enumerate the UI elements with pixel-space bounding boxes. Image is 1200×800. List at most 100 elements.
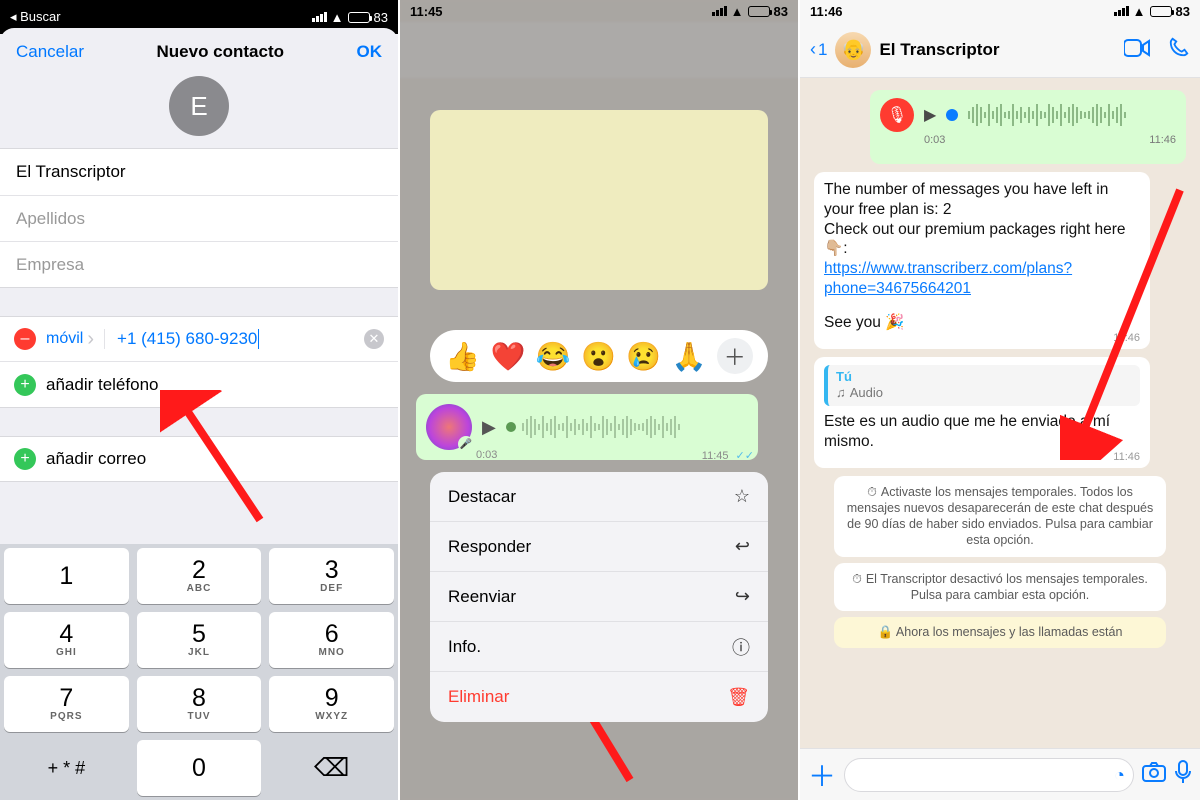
- plus-icon: +: [14, 374, 36, 396]
- encryption-banner: [430, 110, 768, 290]
- phone-number-input[interactable]: +1 (415) 680-9230: [104, 329, 364, 350]
- avatar[interactable]: E: [169, 76, 229, 136]
- key-2[interactable]: 2ABC: [137, 548, 262, 604]
- menu-star[interactable]: Destacar☆: [430, 472, 768, 522]
- mic-icon[interactable]: [1174, 760, 1192, 790]
- emoji-sad[interactable]: 😢: [626, 340, 661, 373]
- ok-button[interactable]: OK: [356, 42, 382, 62]
- attach-button[interactable]: ＋: [808, 755, 836, 795]
- message-time: 11:46: [1113, 331, 1140, 345]
- wifi-icon: ▲: [1133, 4, 1146, 19]
- key-9[interactable]: 9WXYZ: [269, 676, 394, 732]
- menu-delete[interactable]: Eliminar🗑: [430, 672, 768, 722]
- message-input[interactable]: ◔: [844, 758, 1134, 792]
- context-menu: Destacar☆ Responder↩ Reenviar↪ Info.ⓘ El…: [430, 472, 768, 722]
- menu-forward[interactable]: Reenviar↪: [430, 572, 768, 622]
- playhead-icon[interactable]: [506, 422, 516, 432]
- emoji-laugh[interactable]: 😂: [536, 340, 571, 373]
- company-field[interactable]: Empresa: [0, 241, 398, 287]
- timer-icon: ⏱: [867, 485, 877, 499]
- key-7[interactable]: 7PQRS: [4, 676, 129, 732]
- signal-icon: [712, 6, 727, 16]
- add-phone-button[interactable]: + añadir teléfono: [0, 362, 398, 408]
- key-3[interactable]: 3DEF: [269, 548, 394, 604]
- system-message[interactable]: ⏱Activaste los mensajes temporales. Todo…: [834, 476, 1166, 557]
- incoming-message[interactable]: The number of messages you have left in …: [814, 172, 1150, 349]
- emoji-heart[interactable]: ❤️: [490, 340, 525, 373]
- voice-message[interactable]: 🎤 ▶ 0:03 11:45 ✓✓: [416, 394, 758, 460]
- reply-icon: ↩: [735, 536, 750, 557]
- pane-chat: 11:46 ▲ 83 ‹1 👴 El Transcriptor 🎙 ▶ 0:03…: [800, 0, 1200, 800]
- info-icon: ⓘ: [732, 634, 750, 660]
- wifi-icon: ▲: [731, 4, 744, 19]
- key-8[interactable]: 8TUV: [137, 676, 262, 732]
- lock-icon: 🔒: [878, 625, 896, 639]
- quoted-reply: Tú ♫Audio: [824, 365, 1140, 406]
- clear-icon[interactable]: ✕: [364, 329, 384, 349]
- numeric-keypad: 1 2ABC 3DEF 4GHI 5JKL 6MNO 7PQRS 8TUV 9W…: [0, 544, 398, 800]
- waveform-icon: [522, 418, 748, 436]
- menu-info[interactable]: Info.ⓘ: [430, 622, 768, 672]
- battery-icon: [748, 6, 770, 17]
- premium-link[interactable]: https://www.transcriberz.com/plans?phone…: [824, 260, 1072, 297]
- voice-time: 11:45: [702, 450, 729, 462]
- status-bar: 11:45 ▲ 83: [400, 0, 798, 22]
- audio-call-icon[interactable]: [1168, 36, 1190, 64]
- add-email-button[interactable]: + añadir correo: [0, 436, 398, 482]
- contact-avatar[interactable]: 👴: [835, 32, 871, 68]
- voice-duration: 0:03: [476, 449, 497, 462]
- cancel-button[interactable]: Cancelar: [16, 42, 84, 62]
- status-bar: 11:46 ▲ 83: [800, 0, 1200, 22]
- key-symbols[interactable]: + * #: [4, 740, 129, 796]
- video-call-icon[interactable]: [1124, 37, 1150, 63]
- input-bar: ＋ ◔: [800, 748, 1200, 800]
- phone-type-picker[interactable]: móvil›: [46, 328, 104, 351]
- encryption-banner: 🔒 Ahora los mensajes y las llamadas está…: [834, 617, 1166, 648]
- first-name-field[interactable]: El Transcriptor: [0, 149, 398, 195]
- waveform-icon: [968, 104, 1176, 126]
- forward-icon: ↪: [735, 586, 750, 607]
- playhead-icon[interactable]: [946, 109, 958, 121]
- signal-icon: [312, 12, 327, 22]
- battery-icon: [1150, 6, 1172, 17]
- play-icon[interactable]: ▶: [924, 105, 936, 125]
- mic-icon: 🎙: [880, 98, 914, 132]
- phone-row[interactable]: – móvil› +1 (415) 680-9230 ✕: [0, 316, 398, 362]
- play-icon[interactable]: ▶: [482, 417, 496, 438]
- sender-avatar: 🎤: [426, 404, 472, 450]
- emoji-pray[interactable]: 🙏: [672, 340, 707, 373]
- key-5[interactable]: 5JKL: [137, 612, 262, 668]
- reaction-bar: 👍 ❤️ 😂 😮 😢 🙏 ＋: [430, 330, 768, 382]
- trash-icon: 🗑: [727, 687, 750, 708]
- last-name-field[interactable]: Apellidos: [0, 195, 398, 241]
- sticker-icon[interactable]: ◔: [1114, 765, 1125, 786]
- system-message[interactable]: ⏱El Transcriptor desactivó los mensajes …: [834, 563, 1166, 612]
- battery-icon: [348, 12, 370, 23]
- emoji-thumbsup[interactable]: 👍: [445, 340, 480, 373]
- contact-name[interactable]: El Transcriptor: [879, 40, 1106, 60]
- key-6[interactable]: 6MNO: [269, 612, 394, 668]
- key-0[interactable]: 0: [137, 740, 262, 796]
- voice-time: 11:46: [1149, 134, 1176, 146]
- key-backspace[interactable]: ⌫: [269, 740, 394, 796]
- star-icon: ☆: [734, 486, 750, 507]
- chat-body: 🎙 ▶ 0:03 11:46 The number of messages you…: [800, 78, 1200, 748]
- chat-header: ‹1 👴 El Transcriptor: [800, 22, 1200, 78]
- key-1[interactable]: 1: [4, 548, 129, 604]
- audio-note-icon: ♫: [836, 385, 846, 402]
- pane-new-contact: ◂ Buscar ▲ 83 Cancelar Nuevo contacto OK…: [0, 0, 400, 800]
- remove-phone-button[interactable]: –: [14, 328, 36, 350]
- sent-voice-message[interactable]: 🎙 ▶ 0:03 11:46: [870, 90, 1186, 164]
- more-reactions-button[interactable]: ＋: [717, 338, 753, 374]
- timer-icon: ⏱: [852, 572, 862, 586]
- camera-icon[interactable]: [1142, 762, 1166, 788]
- voice-duration: 0:03: [924, 134, 945, 146]
- signal-icon: [1114, 6, 1129, 16]
- menu-reply[interactable]: Responder↩: [430, 522, 768, 572]
- incoming-transcription[interactable]: Tú ♫Audio Este es un audio que me he env…: [814, 357, 1150, 468]
- emoji-wow[interactable]: 😮: [581, 340, 616, 373]
- back-button[interactable]: ‹1: [810, 39, 827, 60]
- wifi-icon: ▲: [331, 10, 344, 25]
- modal-title: Nuevo contacto: [157, 42, 285, 62]
- key-4[interactable]: 4GHI: [4, 612, 129, 668]
